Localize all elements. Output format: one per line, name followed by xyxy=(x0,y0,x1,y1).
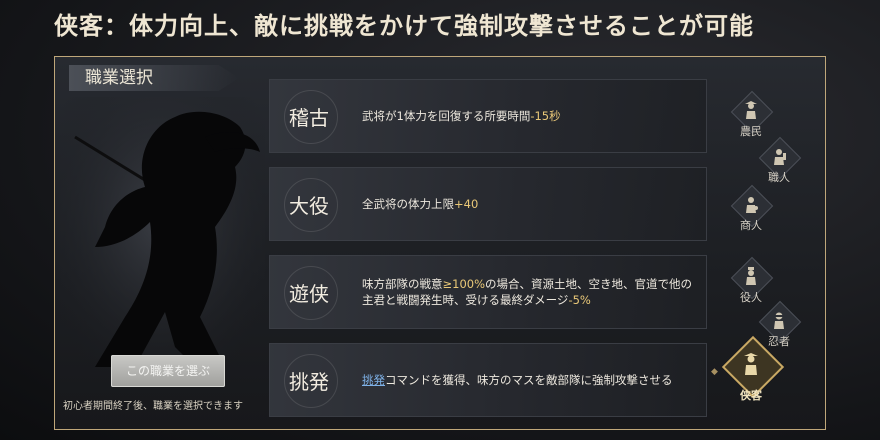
class-label: 農民 xyxy=(740,125,762,138)
official-icon xyxy=(746,267,756,285)
skill-value: ≥100% xyxy=(442,277,486,291)
class-label: 侠客 xyxy=(740,389,762,402)
kyokaku-icon xyxy=(744,353,758,375)
unlock-note: 初心者期間終了後、職業を選択できます xyxy=(63,401,243,412)
class-list: 農民 職人 商人 役人 忍者 侠客 xyxy=(705,57,825,429)
merchant-icon xyxy=(746,197,758,213)
class-label: 職人 xyxy=(768,171,790,184)
skill-name: 遊侠 xyxy=(289,281,329,306)
samurai-silhouette xyxy=(55,97,265,397)
command-link[interactable]: 挑発 xyxy=(362,373,385,387)
skill-row-taieki: 大役 全武将の体力上限+40 xyxy=(269,167,707,241)
skill-description: 全武将の体力上限+40 xyxy=(362,197,479,211)
craftsman-icon xyxy=(774,149,786,165)
skill-value: +40 xyxy=(454,197,479,211)
skill-name: 稽古 xyxy=(289,105,329,130)
class-label: 商人 xyxy=(740,219,762,232)
job-selection-panel: 職業選択 この職業を選ぶ 初心者期間終了後、職業を選択できます 稽古 武将が1体… xyxy=(54,56,826,430)
farmer-icon xyxy=(745,101,757,119)
skill-row-yukyo: 遊侠 味方部隊の戦意≥100%の場合、資源土地、空き地、官道で他の主君と戦闘発生… xyxy=(269,255,707,329)
skill-value: -15秒 xyxy=(530,109,561,123)
skill-description: 味方部隊の戦意≥100%の場合、資源土地、空き地、官道で他の主君と戦闘発生時、受… xyxy=(362,277,693,307)
class-farmer[interactable]: 農民 xyxy=(729,90,774,145)
skill-name: 大役 xyxy=(289,193,329,218)
class-craftsman[interactable]: 職人 xyxy=(757,136,802,191)
skill-row-keiko: 稽古 武将が1体力を回復する所要時間-15秒 xyxy=(269,79,707,153)
ninja-icon xyxy=(774,312,784,329)
class-merchant[interactable]: 商人 xyxy=(729,184,774,239)
skill-description: 挑発コマンドを獲得、味方のマスを敵部隊に強制攻撃させる xyxy=(362,373,673,387)
skill-row-chohatsu: 挑発 挑発コマンドを獲得、味方のマスを敵部隊に強制攻撃させる xyxy=(269,343,707,417)
page-headline: 侠客：体力向上、敵に挑戦をかけて強制攻撃させることが可能 xyxy=(54,11,754,40)
skill-value-2: -5% xyxy=(568,293,591,307)
class-kyokaku[interactable]: 侠客 xyxy=(721,335,785,402)
panel-title: 職業選択 xyxy=(69,65,239,91)
select-job-button[interactable]: この職業を選ぶ xyxy=(111,355,225,387)
skill-description: 武将が1体力を回復する所要時間-15秒 xyxy=(362,109,561,123)
skill-name: 挑発 xyxy=(289,369,329,394)
